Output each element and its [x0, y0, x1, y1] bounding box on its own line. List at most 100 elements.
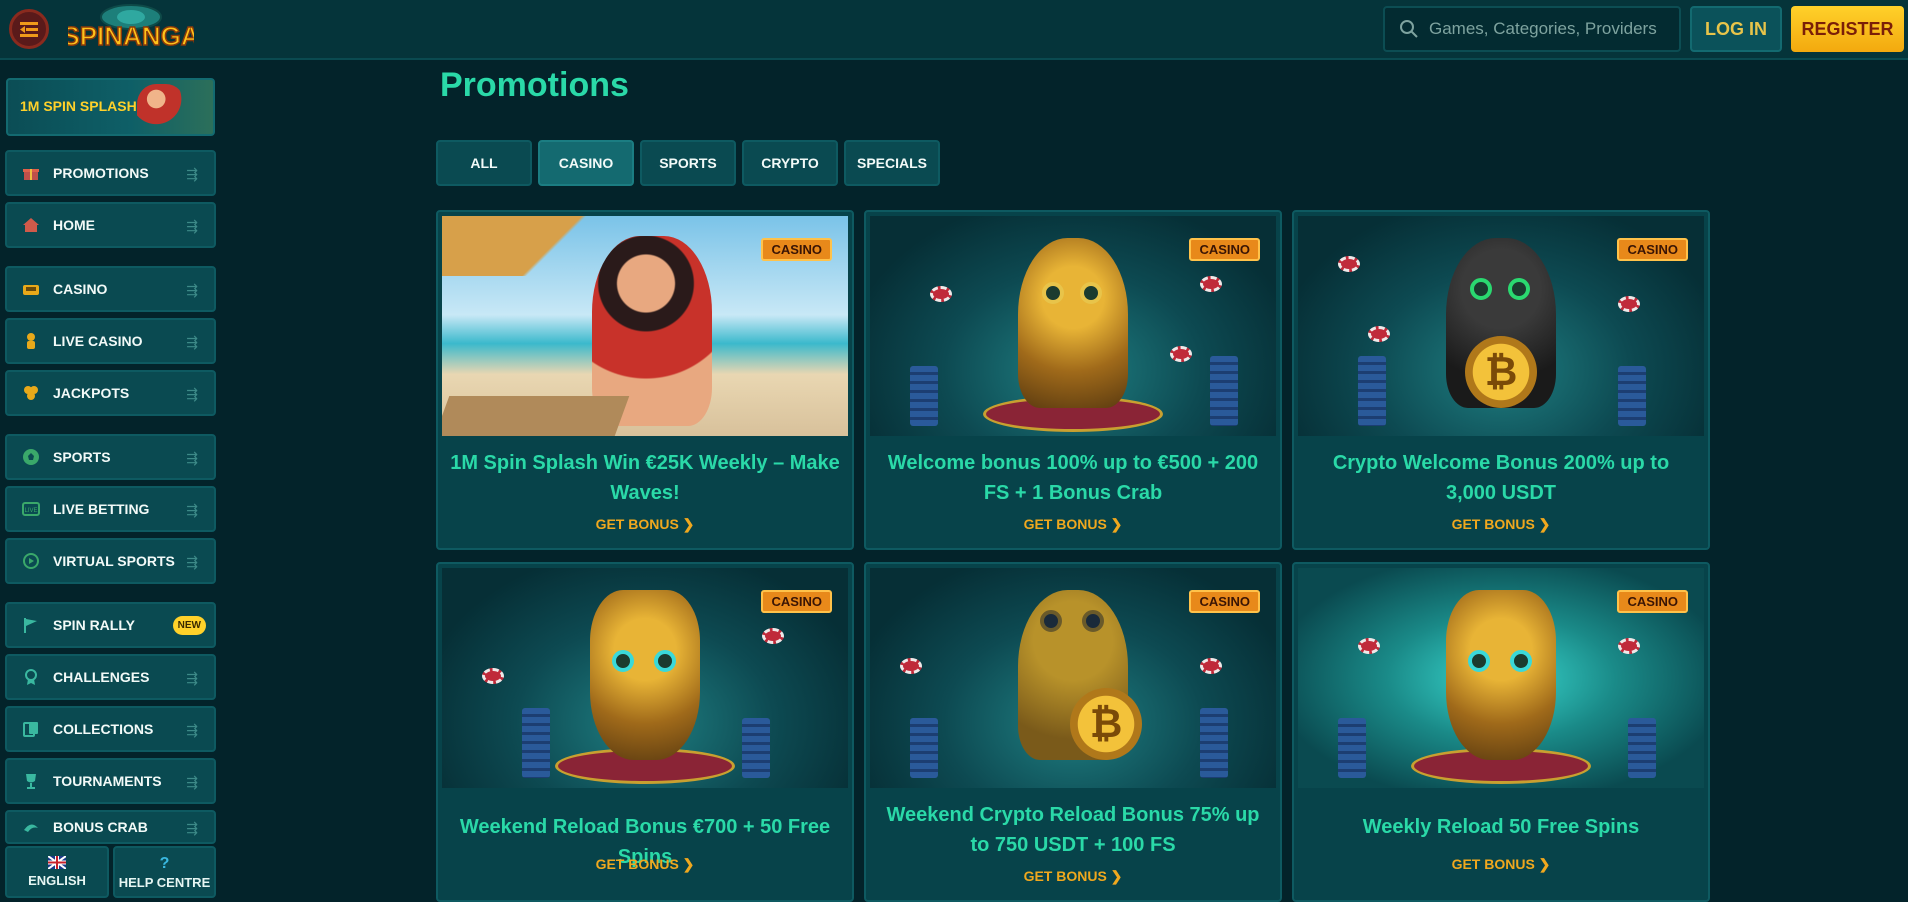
sidebar-item-jackpots[interactable]: JACKPOTS ⇶ — [5, 370, 216, 416]
chevron-right-icon: ⇶ — [186, 774, 198, 790]
sidebar-item-label: HOME — [53, 217, 95, 233]
chevron-right-icon: ⇶ — [186, 282, 198, 298]
promo-image-jaguar-cards: CASINO — [1298, 568, 1704, 788]
sidebar-item-bonus-crab[interactable]: BONUS CRAB ⇶ — [5, 810, 216, 844]
category-badge: CASINO — [761, 590, 832, 613]
sidebar-item-spin-rally[interactable]: SPIN RALLY NEW — [5, 602, 216, 648]
sidebar-item-sports[interactable]: SPORTS ⇶ — [5, 434, 216, 480]
chevron-right-icon: ⇶ — [186, 820, 198, 836]
sidebar-item-virtual-sports[interactable]: VIRTUAL SPORTS ⇶ — [5, 538, 216, 584]
get-bonus-link[interactable]: GET BONUS ❯ — [438, 856, 852, 873]
home-icon — [21, 215, 41, 235]
get-bonus-link[interactable]: GET BONUS ❯ — [1294, 516, 1708, 533]
trophy-icon — [21, 771, 41, 791]
tab-casino[interactable]: CASINO — [538, 140, 634, 186]
chevron-right-icon: ⇶ — [186, 386, 198, 402]
new-badge: NEW — [172, 616, 206, 635]
sidebar-item-tournaments[interactable]: TOURNAMENTS ⇶ — [5, 758, 216, 804]
promo-card[interactable]: ₿ CASINO Weekend Crypto Reload Bonus 75%… — [864, 562, 1282, 902]
virtual-sports-icon — [21, 551, 41, 571]
promo-title: Weekly Reload 50 Free Spins — [1362, 816, 1640, 838]
sidebar-item-label: JACKPOTS — [53, 385, 130, 401]
sidebar-item-promotions[interactable]: PROMOTIONS ⇶ — [5, 150, 216, 196]
page-title: Promotions — [440, 66, 629, 104]
sidebar-item-home[interactable]: HOME ⇶ — [5, 202, 216, 248]
chevron-right-icon: ⇶ — [186, 334, 198, 350]
promo-image-monkey-idol: CASINO — [870, 216, 1276, 436]
chevron-right-icon: ⇶ — [186, 722, 198, 738]
promo-title: Welcome bonus 100% up to €500 + 200 FS +… — [887, 452, 1259, 504]
get-bonus-link[interactable]: GET BONUS ❯ — [866, 516, 1280, 533]
uk-flag-icon — [48, 856, 66, 869]
sidebar-item-label: LIVE CASINO — [53, 333, 143, 349]
chevron-right-icon: ⇶ — [186, 166, 198, 182]
banner-label: 1M SPIN SPLASH — [20, 98, 137, 114]
sidebar: 1M SPIN SPLASH PROMOTIONS ⇶ HOME ⇶ CASIN… — [0, 62, 222, 902]
live-icon: LIVE — [21, 499, 41, 519]
get-bonus-link[interactable]: GET BONUS ❯ — [1294, 856, 1708, 873]
svg-text:LIVE: LIVE — [24, 508, 37, 514]
dealer-icon — [21, 331, 41, 351]
sidebar-item-label: CHALLENGES — [53, 669, 150, 685]
chevron-right-icon: ⇶ — [186, 554, 198, 570]
get-bonus-link[interactable]: GET BONUS ❯ — [438, 516, 852, 533]
sidebar-item-label: BONUS CRAB — [53, 819, 148, 835]
login-button[interactable]: LOG IN — [1690, 6, 1782, 52]
chevron-right-icon: ⇶ — [186, 670, 198, 686]
bitcoin-coin-icon: ₿ — [1070, 688, 1142, 760]
category-badge: CASINO — [1617, 590, 1688, 613]
chevron-right-icon: ⇶ — [186, 218, 198, 234]
help-centre-button[interactable]: ? HELP CENTRE — [113, 846, 216, 898]
sidebar-item-label: LIVE BETTING — [53, 501, 150, 517]
crab-icon — [21, 817, 41, 837]
get-bonus-link[interactable]: GET BONUS ❯ — [866, 868, 1280, 885]
sidebar-item-label: SPIN RALLY — [53, 617, 135, 633]
search-input[interactable] — [1429, 19, 1669, 39]
promo-image-panther-idol: ₿ CASINO — [1298, 216, 1704, 436]
casino-icon — [21, 279, 41, 299]
chevron-right-icon: ⇶ — [186, 502, 198, 518]
sidebar-item-label: PROMOTIONS — [53, 165, 149, 181]
sidebar-item-label: SPORTS — [53, 449, 111, 465]
sidebar-item-live-betting[interactable]: LIVE LIVE BETTING ⇶ — [5, 486, 216, 532]
category-badge: CASINO — [1617, 238, 1688, 261]
sidebar-item-collections[interactable]: COLLECTIONS ⇶ — [5, 706, 216, 752]
search-icon — [1400, 20, 1418, 38]
promo-banner-spin-splash[interactable]: 1M SPIN SPLASH — [6, 78, 215, 136]
promo-card[interactable]: CASINO Welcome bonus 100% up to €500 + 2… — [864, 210, 1282, 550]
promo-title: Weekend Crypto Reload Bonus 75% up to 75… — [886, 804, 1260, 856]
register-button[interactable]: REGISTER — [1791, 6, 1904, 52]
menu-toggle-button[interactable] — [9, 9, 49, 49]
help-label: HELP CENTRE — [118, 874, 211, 890]
sidebar-item-label: COLLECTIONS — [53, 721, 154, 737]
flag-icon — [21, 615, 41, 635]
promo-image-frog-idol: ₿ CASINO — [870, 568, 1276, 788]
promo-title: Crypto Welcome Bonus 200% up to 3,000 US… — [1332, 452, 1670, 504]
svg-text:SPINANGA: SPINANGA — [68, 21, 194, 51]
logo[interactable]: SPINANGA — [62, 3, 201, 57]
medal-icon — [21, 667, 41, 687]
sidebar-item-challenges[interactable]: CHALLENGES ⇶ — [5, 654, 216, 700]
promo-card[interactable]: ₿ CASINO Crypto Welcome Bonus 200% up to… — [1292, 210, 1710, 550]
promo-title: 1M Spin Splash Win €25K Weekly – Make Wa… — [450, 452, 840, 504]
language-selector[interactable]: ENGLISH — [5, 846, 109, 898]
tab-sports[interactable]: SPORTS — [640, 140, 736, 186]
soccer-ball-icon — [21, 447, 41, 467]
category-badge: CASINO — [1189, 238, 1260, 261]
tab-all[interactable]: ALL — [436, 140, 532, 186]
search-box[interactable] — [1383, 6, 1681, 52]
spinanga-logo: SPINANGA — [62, 4, 201, 52]
sidebar-item-live-casino[interactable]: LIVE CASINO ⇶ — [5, 318, 216, 364]
promo-image-beach-character: CASINO — [442, 216, 848, 436]
tab-specials[interactable]: SPECIALS — [844, 140, 940, 186]
promo-card[interactable]: CASINO 1M Spin Splash Win €25K Weekly – … — [436, 210, 854, 550]
sidebar-item-label: VIRTUAL SPORTS — [53, 553, 175, 569]
top-bar: SPINANGA LOG IN REGISTER — [0, 0, 1908, 60]
sidebar-item-casino[interactable]: CASINO ⇶ — [5, 266, 216, 312]
tab-crypto[interactable]: CRYPTO — [742, 140, 838, 186]
promo-card[interactable]: CASINO Weekend Reload Bonus €700 + 50 Fr… — [436, 562, 854, 902]
gift-icon — [21, 163, 41, 183]
promo-card[interactable]: CASINO Weekly Reload 50 Free Spins GET B… — [1292, 562, 1710, 902]
bitcoin-coin-icon: ₿ — [1465, 336, 1537, 408]
help-icon: ? — [159, 854, 170, 872]
